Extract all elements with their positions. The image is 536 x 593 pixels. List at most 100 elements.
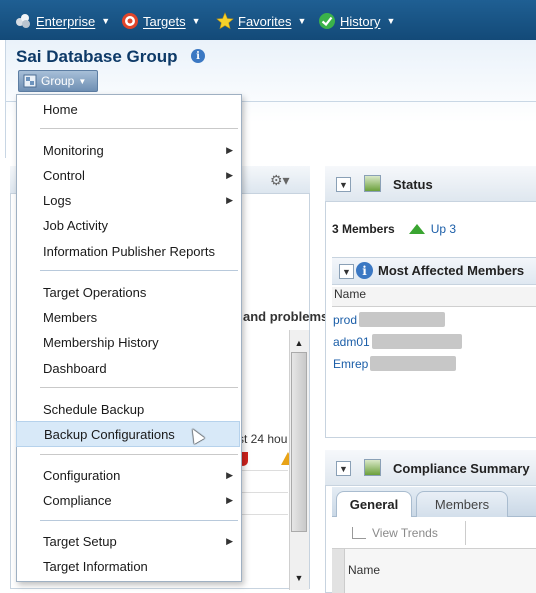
submenu-arrow-icon: ▶: [226, 535, 233, 546]
gear-icon[interactable]: ⚙▾: [270, 172, 298, 188]
most-affected-members-title: Most Affected Members: [378, 263, 525, 278]
menu-item-logs[interactable]: Logs ▶: [16, 188, 240, 212]
menu-item-job-activity[interactable]: Job Activity: [16, 213, 240, 237]
targets-icon: [122, 13, 138, 29]
menu-item-label: Target Operations: [43, 284, 147, 300]
redacted-block: [370, 356, 457, 371]
view-trends-button[interactable]: View Trends: [346, 521, 466, 545]
menu-item-label: Monitoring: [43, 142, 104, 158]
members-summary: 3 Members Up 3: [332, 222, 456, 236]
grid-line: [238, 514, 288, 515]
menu-item-information-publisher-reports[interactable]: Information Publisher Reports: [16, 239, 240, 263]
menu-item-schedule-backup[interactable]: Schedule Backup: [16, 397, 240, 421]
status-panel-icon: [364, 175, 381, 192]
submenu-arrow-icon: ▶: [226, 194, 233, 205]
menu-separator: [40, 128, 238, 129]
chevron-down-icon: ▼: [297, 16, 307, 26]
menu-item-label: Home: [43, 101, 78, 117]
group-menu-button[interactable]: Group ▼: [18, 70, 98, 92]
name-column-header: Name: [332, 287, 536, 307]
member-link-adm01[interactable]: adm01: [333, 334, 462, 349]
menu-item-monitoring[interactable]: Monitoring ▶: [16, 138, 240, 162]
scrollbar-thumb[interactable]: [291, 352, 307, 532]
top-nav-bar: Enterprise ▼ Targets ▼ Favorites ▼ History ▼: [0, 0, 536, 40]
member-link-emrep[interactable]: Emrep: [333, 356, 457, 371]
menu-item-label: Backup Configurations: [44, 426, 175, 442]
scroll-down-arrow-icon[interactable]: ▼: [289, 568, 309, 588]
tab-general[interactable]: General: [336, 491, 412, 517]
menu-item-label: Compliance: [43, 492, 112, 508]
menu-item-label: Members: [43, 309, 98, 325]
menu-item-label: Dashboard: [43, 360, 107, 376]
menu-item-home[interactable]: Home: [16, 97, 240, 121]
nav-favorites-label: Favorites: [238, 13, 292, 29]
menu-separator: [40, 270, 238, 271]
nav-enterprise-label: Enterprise: [36, 13, 96, 29]
menu-item-label: Configuration: [43, 467, 121, 483]
enterprise-icon: [16, 14, 30, 28]
member-name: adm01: [333, 334, 370, 349]
chevron-down-icon: ▼: [386, 16, 396, 26]
submenu-arrow-icon: ▶: [226, 469, 233, 480]
collapse-toggle-icon[interactable]: ▼: [339, 264, 354, 279]
page-title: Sai Database Group: [16, 47, 178, 66]
nav-favorites-menu[interactable]: Favorites ▼: [216, 11, 306, 31]
submenu-arrow-icon: ▶: [226, 494, 233, 505]
favorites-star-icon: [216, 12, 234, 30]
last-24-hours-label: st 24 hou: [238, 432, 288, 446]
redacted-block: [371, 334, 462, 349]
up-members-link[interactable]: Up 3: [431, 222, 456, 236]
menu-item-label: Membership History: [43, 334, 159, 350]
member-name: prod: [333, 312, 358, 327]
menu-item-control[interactable]: Control ▶: [16, 163, 240, 187]
menu-item-label: Control: [43, 167, 85, 183]
nav-history-label: History: [340, 13, 381, 29]
menu-separator: [40, 454, 238, 455]
collapse-toggle-icon[interactable]: ▼: [336, 461, 351, 476]
menu-item-backup-configurations[interactable]: Backup Configurations: [16, 421, 240, 447]
grid-line: [238, 492, 288, 493]
menu-item-target-information[interactable]: Target Information: [16, 554, 240, 578]
grid-line: [238, 470, 288, 471]
member-link-prod[interactable]: prod: [333, 312, 446, 327]
menu-item-target-operations[interactable]: Target Operations: [16, 280, 240, 304]
nav-history-menu[interactable]: History ▼: [318, 11, 395, 31]
menu-item-label: Information Publisher Reports: [43, 243, 215, 259]
compliance-panel-icon: [364, 459, 381, 476]
tab-members[interactable]: Members: [416, 491, 508, 517]
chevron-down-icon: ▼: [101, 16, 111, 26]
compliance-name-column-header: Name: [332, 548, 536, 593]
trend-chart-icon: [352, 527, 366, 539]
nav-targets-label: Targets: [143, 13, 186, 29]
menu-item-configuration[interactable]: Configuration ▶: [16, 463, 240, 487]
up-arrow-icon: [408, 224, 425, 234]
menu-item-membership-history[interactable]: Membership History: [16, 330, 240, 354]
menu-separator: [40, 520, 238, 521]
nav-targets-menu[interactable]: Targets ▼: [121, 11, 201, 31]
submenu-arrow-icon: ▶: [226, 144, 233, 155]
chevron-down-icon: ▼: [78, 76, 87, 86]
nav-enterprise-menu[interactable]: Enterprise ▼: [14, 11, 110, 31]
scroll-up-arrow-icon[interactable]: ▲: [289, 333, 309, 353]
info-icon[interactable]: i: [356, 262, 373, 279]
menu-item-members[interactable]: Members: [16, 305, 240, 329]
member-name: Emrep: [333, 356, 369, 371]
menu-item-dashboard[interactable]: Dashboard: [16, 356, 240, 380]
view-trends-label: View Trends: [372, 526, 438, 540]
status-panel-title: Status: [393, 177, 433, 192]
problems-heading: and problems: [243, 309, 329, 324]
group-button-label: Group: [41, 74, 75, 88]
info-icon[interactable]: i: [191, 49, 205, 63]
submenu-arrow-icon: ▶: [226, 169, 233, 180]
group-icon: [23, 74, 37, 88]
menu-item-label: Logs: [43, 192, 72, 208]
compliance-summary-title: Compliance Summary: [393, 461, 530, 476]
history-icon: [319, 13, 335, 29]
members-count: 3 Members: [332, 222, 395, 236]
menu-item-target-setup[interactable]: Target Setup ▶: [16, 529, 240, 553]
collapse-toggle-icon[interactable]: ▼: [336, 177, 351, 192]
menu-separator: [40, 387, 238, 388]
menu-item-label: Target Information: [43, 558, 148, 574]
menu-item-compliance[interactable]: Compliance ▶: [16, 488, 240, 512]
menu-item-label: Job Activity: [43, 217, 109, 233]
